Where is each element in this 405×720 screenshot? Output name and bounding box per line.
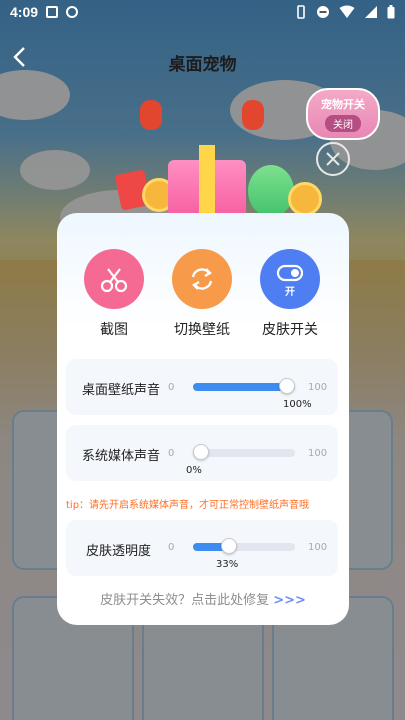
action-label: 截图 [100, 322, 128, 338]
slider-max: 100 [308, 448, 328, 459]
slider-min: 0 [168, 382, 175, 393]
slider-label: 皮肤透明度 [86, 544, 152, 559]
action-label: 皮肤开关 [262, 322, 318, 338]
wifi-icon [339, 5, 355, 18]
action-label: 切换壁纸 [174, 322, 230, 338]
scissors-icon [100, 268, 128, 293]
notification-icon [66, 6, 79, 18]
battery-icon [387, 5, 395, 19]
status-time: 4:09 [10, 4, 39, 20]
pet-switch-label: 宠物开关 [321, 98, 365, 111]
refresh-icon [191, 268, 213, 290]
switch-wallpaper-button[interactable]: 切换壁纸 [170, 249, 234, 339]
slider-label: 桌面壁纸声音 [82, 383, 161, 398]
slider-label: 系统媒体声音 [82, 449, 161, 464]
signal-icon [365, 6, 377, 18]
egg-decoration [248, 165, 294, 217]
media-sound-slider[interactable] [193, 444, 295, 460]
screenshot-button[interactable]: 截图 [82, 249, 146, 339]
gift-ribbon-decoration [199, 145, 215, 218]
coin-decoration [288, 182, 322, 216]
wallpaper-sound-slider[interactable] [193, 378, 295, 394]
tip-text: tip：请先开启系统媒体声音，才可正常控制壁纸声音哦 [66, 500, 310, 511]
close-icon [326, 152, 340, 166]
notification-icon [46, 6, 59, 18]
slider-max: 100 [308, 382, 328, 393]
close-button[interactable] [316, 142, 350, 176]
switch-wallpaper-button-circle [172, 249, 232, 309]
double-chevron-right-icon: >>> [273, 593, 306, 608]
vibrate-icon [297, 5, 305, 19]
lantern-decoration [242, 100, 264, 130]
slider-value: 0% [186, 465, 202, 476]
lantern-decoration [140, 100, 162, 130]
slider-min: 0 [168, 448, 175, 459]
skin-toggle-button[interactable]: 开 皮肤开关 [258, 249, 322, 339]
screenshot-button-circle [84, 249, 144, 309]
slider-max: 100 [308, 542, 328, 553]
toggle-badge: 开 [285, 286, 295, 298]
pet-switch-state: 关闭 [325, 115, 361, 132]
status-bar: 4:09 [0, 0, 405, 24]
toggle-icon: 开 [276, 264, 304, 298]
skin-toggle-button-circle: 开 [260, 249, 320, 309]
repair-link[interactable]: 皮肤开关失效？点击此处修复 >>> [57, 589, 349, 608]
slider-value: 100% [283, 399, 312, 410]
page-title: 桌面宠物 [168, 55, 237, 75]
slider-min: 0 [168, 542, 175, 553]
slider-thumb[interactable] [193, 444, 209, 460]
slider-value: 33% [216, 559, 239, 570]
skin-opacity-slider[interactable] [193, 538, 295, 554]
repair-text: 皮肤开关失效？点击此处修复 [100, 593, 270, 608]
dnd-icon [317, 6, 329, 18]
pet-switch-button[interactable]: 宠物开关 关闭 [306, 88, 380, 140]
slider-thumb[interactable] [279, 378, 295, 394]
